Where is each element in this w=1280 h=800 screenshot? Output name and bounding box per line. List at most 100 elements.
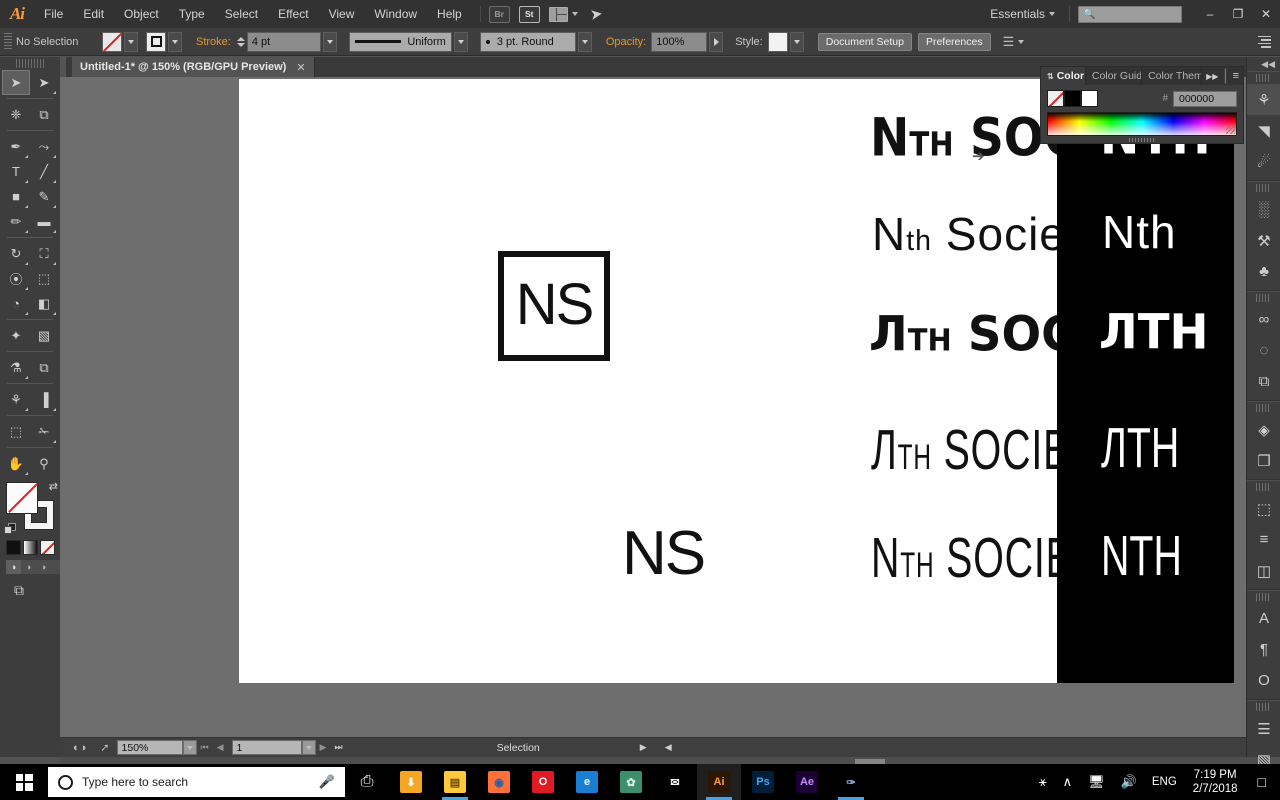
minimize-button[interactable]: – <box>1196 0 1224 28</box>
document-setup-button[interactable]: Document Setup <box>817 32 912 51</box>
mesh-tool[interactable]: ✦ <box>2 323 30 348</box>
stroke-profile-dropdown[interactable] <box>453 31 468 52</box>
document-tab[interactable]: Untitled-1* @ 150% (RGB/GPU Preview) ✕ <box>72 57 315 77</box>
transparency-panel-icon[interactable]: ◫ <box>1247 555 1280 586</box>
brush-select[interactable]: 3 pt. Round <box>479 31 592 52</box>
logo-mark-boxed[interactable]: NS <box>498 251 610 361</box>
menu-edit[interactable]: Edit <box>73 0 114 28</box>
dark-wordmark-bold[interactable]: NTH <box>1101 528 1182 586</box>
free-transform-tool[interactable]: ⬚ <box>30 266 58 291</box>
logo-monogram-plain[interactable]: NS <box>622 523 706 585</box>
artboard-light[interactable]: NS NS NTH SOCIETY Nth Society ЛTH SOCIET… <box>239 77 1194 683</box>
color-spectrum-ramp[interactable] <box>1047 112 1237 136</box>
blend-tool[interactable]: ⧉ <box>30 355 58 380</box>
selection-tool[interactable]: ➤ <box>2 70 30 95</box>
align-dropdown-icon[interactable] <box>1018 39 1025 44</box>
color-black-swatch[interactable] <box>1064 90 1081 107</box>
graphic-style-swatch[interactable] <box>767 31 788 52</box>
next-artboard-icon[interactable]: ▶ <box>320 742 327 753</box>
control-bar-grip[interactable] <box>4 32 12 51</box>
artboard-number-dropdown[interactable] <box>301 740 316 755</box>
close-icon[interactable]: ✕ <box>296 61 305 74</box>
pathfinder-panel-icon[interactable]: ⧉ <box>1247 366 1280 397</box>
fill-swatch-button[interactable] <box>102 31 122 52</box>
none-mode-button[interactable] <box>40 540 55 555</box>
direct-selection-tool[interactable]: ➤ <box>30 70 58 95</box>
dock-group-grip[interactable] <box>1256 404 1271 412</box>
show-hidden-icons-icon[interactable]: ∧ <box>1056 764 1080 800</box>
swatches-panel-icon[interactable]: ░ <box>1247 194 1280 225</box>
dock-group-grip[interactable] <box>1256 483 1271 491</box>
arrange-documents-button[interactable] <box>548 6 578 22</box>
recolor-artwork-icon[interactable]: ◐◑ <box>73 742 86 754</box>
language-indicator[interactable]: ENG <box>1146 776 1183 788</box>
magic-wand-tool[interactable]: ❈ <box>2 102 30 127</box>
scale-tool[interactable]: ⛶ <box>30 241 58 266</box>
share-document-icon[interactable]: ➚ <box>100 741 109 754</box>
panel-menu-icon[interactable] <box>1258 35 1271 48</box>
dock-group-grip[interactable] <box>1256 294 1271 302</box>
paintbrush-tool[interactable]: ✎ <box>30 184 58 209</box>
stroke-profile-select[interactable]: Uniform <box>348 31 468 52</box>
windows-start-button[interactable] <box>0 764 48 800</box>
image-trace-panel-icon[interactable]: ◌ <box>1247 335 1280 366</box>
stroke-weight-stepper[interactable] <box>236 36 245 47</box>
menu-view[interactable]: View <box>319 0 365 28</box>
stroke-weight-dropdown[interactable] <box>322 31 337 52</box>
align-objects-icon[interactable]: ☰ <box>1003 34 1015 50</box>
rotate-tool[interactable]: ↻ <box>2 241 30 266</box>
menu-effect[interactable]: Effect <box>268 0 318 28</box>
go-to-icon[interactable]: ➤ <box>589 4 604 24</box>
dock-group-grip[interactable] <box>1256 703 1271 711</box>
curvature-tool[interactable]: ⤳ <box>30 134 58 159</box>
status-collapse-icon[interactable]: ◀ <box>665 742 672 753</box>
clock[interactable]: 7:19 PM 2/7/2018 <box>1185 768 1246 796</box>
taskbar-app-edge[interactable]: e <box>565 764 609 800</box>
layers-panel-icon[interactable]: ◈ <box>1247 414 1280 445</box>
stroke-panel-icon[interactable]: ☰ <box>1247 713 1280 744</box>
close-button[interactable]: ✕ <box>1252 0 1280 28</box>
tools-panel-grip[interactable] <box>16 59 44 68</box>
artboards-panel-icon[interactable]: ❐ <box>1247 445 1280 476</box>
network-icon[interactable]: 🖥 <box>1081 764 1112 800</box>
dock-group-grip[interactable] <box>1256 184 1271 192</box>
dark-wordmark-thin[interactable]: Nth <box>1102 209 1177 255</box>
brushes-panel-icon[interactable]: ⚒ <box>1247 225 1280 256</box>
opacity-input[interactable]: 100% <box>651 31 708 52</box>
dock-collapse-icon[interactable]: ◀◀ <box>1247 57 1280 71</box>
canvas-area[interactable]: NS NS NTH SOCIETY Nth Society ЛTH SOCIET… <box>60 77 1280 745</box>
taskbar-app-explorer[interactable]: ▤ <box>433 764 477 800</box>
gradient-tool[interactable]: ▧ <box>30 323 58 348</box>
dock-group-grip[interactable] <box>1256 593 1271 601</box>
width-tool[interactable]: ⦿ <box>2 266 30 291</box>
dark-wordmark-heavy[interactable]: ЛTH <box>1099 308 1209 357</box>
slice-tool[interactable]: ✁ <box>30 419 58 444</box>
menu-select[interactable]: Select <box>215 0 268 28</box>
dock-group-grip[interactable] <box>1256 74 1271 82</box>
color-panel-tab-color[interactable]: ⇅ Color <box>1041 67 1086 85</box>
artboard-dark[interactable] <box>1057 79 1234 683</box>
draw-behind-button[interactable]: ◑ <box>21 560 36 574</box>
microphone-icon[interactable]: 🎤 <box>319 774 335 790</box>
stroke-swatch-button[interactable] <box>146 31 166 52</box>
color-panel-tab-color-them[interactable]: Color Them <box>1142 67 1203 85</box>
taskbar-app-opera[interactable]: O <box>521 764 565 800</box>
line-segment-tool[interactable]: ╱ <box>30 159 58 184</box>
hex-value-input[interactable]: 000000 <box>1173 90 1237 107</box>
draw-inside-button[interactable]: ◑ <box>36 560 51 574</box>
color-panel[interactable]: ⇅ Color Color Guid Color Them ▶▶ | ≡ # 000000 <box>1040 66 1244 144</box>
status-expand-icon[interactable]: ▶ <box>640 742 647 753</box>
pencil-tool[interactable]: ✏ <box>2 209 30 234</box>
workspace-switcher[interactable]: Essentials <box>990 7 1055 21</box>
pen-tool[interactable]: ✒ <box>2 134 30 159</box>
type-tool[interactable]: T <box>2 159 30 184</box>
align-panel-icon[interactable]: ≡ <box>1247 524 1280 555</box>
taskbar-app-photoshop[interactable]: Ps <box>741 764 785 800</box>
people-icon[interactable]: ⚹ <box>1032 764 1054 800</box>
stroke-weight-input[interactable]: 4 pt <box>246 31 321 52</box>
color-white-swatch[interactable] <box>1081 90 1098 107</box>
color-themes-panel-icon[interactable]: ☄ <box>1247 146 1280 177</box>
symbols-panel-icon[interactable]: ♣ <box>1247 256 1280 287</box>
taskbar-app-unknown[interactable]: ✿ <box>609 764 653 800</box>
taskbar-app-downloader[interactable]: ⬇ <box>389 764 433 800</box>
